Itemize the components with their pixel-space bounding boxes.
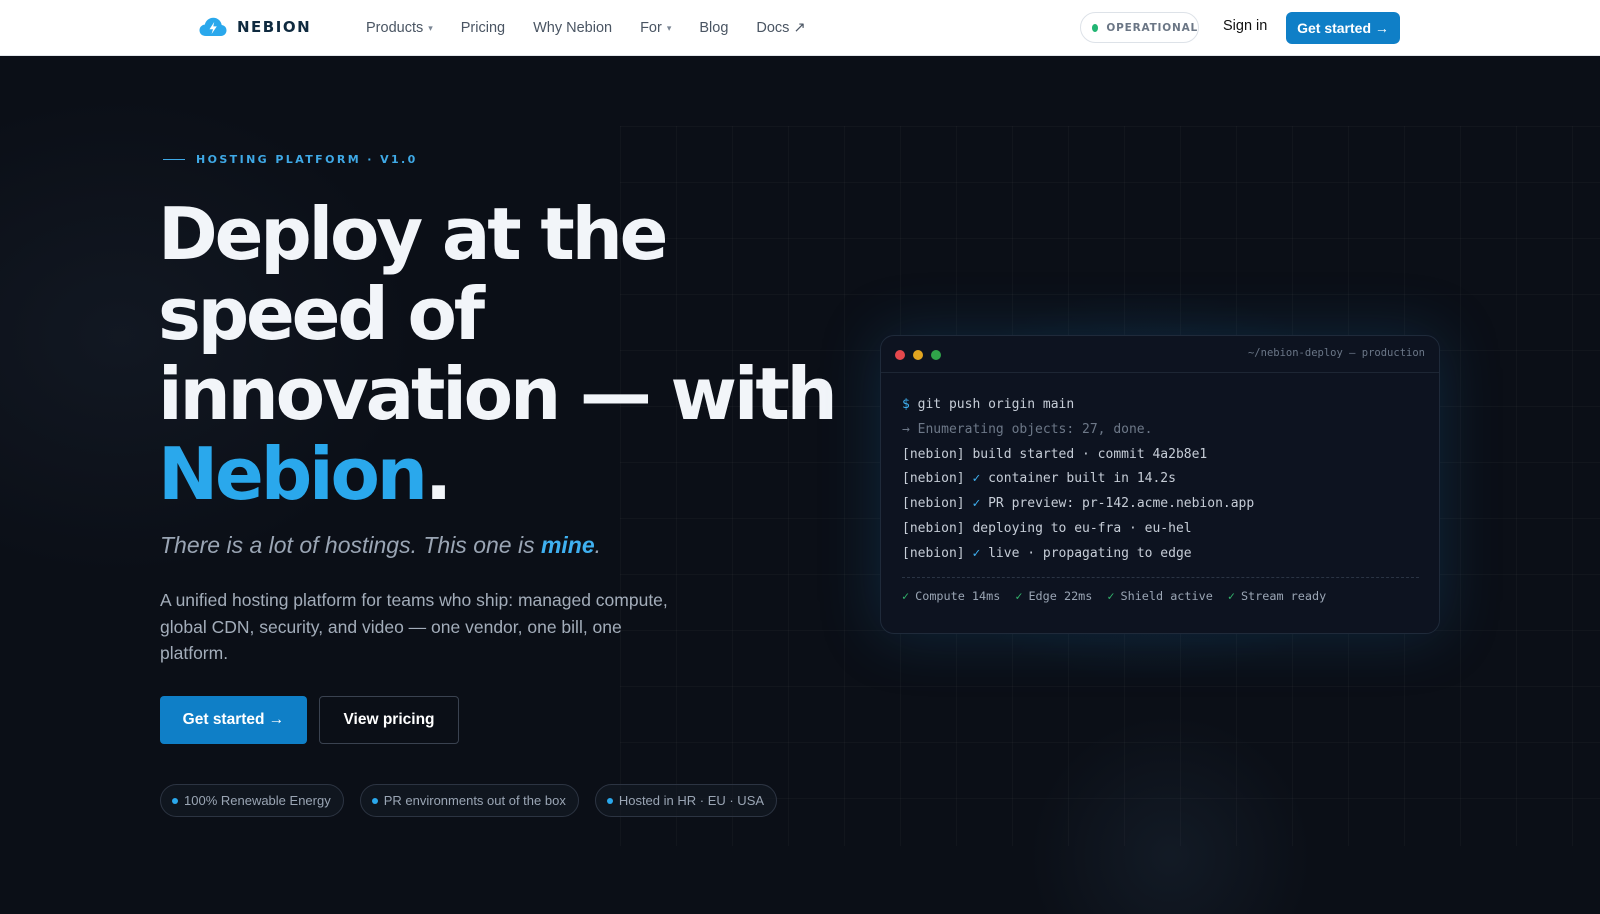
badge-dot-icon — [371, 797, 378, 804]
terminal-line: [nebion] build started · commit 4a2b8e1 — [902, 443, 1254, 468]
top-navbar: NEBION Products ▾ Pricing Why Nebion For ▾… — [0, 0, 1600, 56]
hero-eyebrow: HOSTING PLATFORM · V1.0 — [163, 153, 418, 166]
feature-badges: 100% Renewable Energy PR environments ou… — [160, 784, 778, 817]
stat-label: Edge 22ms — [1028, 589, 1093, 603]
tagline-prefix: There is a lot of hostings. This one is — [160, 532, 541, 558]
tagline-suffix: . — [594, 532, 602, 558]
line-text: build started · commit 4a2b8e1 — [972, 446, 1208, 462]
status-label: OPERATIONAL — [1106, 21, 1198, 34]
terminal-line: [nebion] deploying to eu-fra · eu-hel — [902, 517, 1254, 542]
hero-section: HOSTING PLATFORM · V1.0 Deploy at the sp… — [0, 56, 1600, 914]
line-prefix: [nebion] — [902, 471, 973, 487]
status-dot-icon — [1092, 23, 1099, 32]
terminal-title: ~/nebion-deploy — production — [1247, 347, 1425, 359]
line-prefix: [nebion] — [902, 496, 973, 512]
headline-line-1: Deploy at the — [158, 192, 668, 276]
line-prefix: [nebion] — [902, 446, 973, 462]
nav-for[interactable]: For ▾ — [640, 20, 671, 36]
nav-blog[interactable]: Blog — [699, 20, 728, 36]
maximize-dot-icon — [931, 350, 941, 360]
badge-renewable-energy: 100% Renewable Energy — [160, 784, 344, 817]
badge-dot-icon — [172, 797, 178, 804]
prompt-symbol: $ — [902, 397, 910, 412]
stat-label: Stream ready — [1240, 589, 1327, 603]
view-pricing-button[interactable]: View pricing — [319, 696, 459, 744]
check-icon: ✓ — [1227, 589, 1235, 603]
headline-period: . — [424, 432, 452, 516]
line-text: live · propagating to edge — [980, 545, 1192, 561]
line-prefix: [nebion] — [902, 520, 973, 536]
terminal-command: git push origin main — [909, 397, 1075, 412]
check-icon: ✓ — [1015, 589, 1023, 603]
cloud-bolt-icon — [199, 17, 227, 36]
chevron-down-icon: ▾ — [428, 23, 433, 33]
nav-why-nebion[interactable]: Why Nebion — [533, 20, 612, 36]
terminal-window: ~/nebion-deploy — production $ git push … — [880, 335, 1440, 634]
headline-accent: Nebion — [158, 432, 428, 516]
terminal-stats: ✓ Compute 14ms ✓ Edge 22ms ✓ Shield active … — [902, 589, 1326, 603]
terminal-line: [nebion] ✓ container built in 14.2s — [902, 467, 1254, 492]
stat-edge: ✓ Edge 22ms — [1015, 589, 1092, 603]
stat-shield: ✓ Shield active — [1107, 589, 1212, 603]
tagline-emphasis: mine — [540, 532, 595, 558]
headline-line-3: innovation — with — [158, 352, 838, 436]
check-icon: ✓ — [1107, 589, 1115, 603]
hero-headline: Deploy at the speed of innovation — with… — [158, 194, 858, 514]
terminal-output: $ git push origin main → Enumerating obje… — [902, 393, 1254, 567]
badge-label: PR environments out of the box — [383, 793, 566, 808]
nav-get-started-button[interactable]: Get started → — [1286, 12, 1400, 44]
terminal-titlebar: ~/nebion-deploy — production — [881, 336, 1439, 373]
status-badge[interactable]: OPERATIONAL — [1080, 12, 1199, 43]
terminal-line: → Enumerating objects: 27, done. — [902, 421, 1153, 437]
nav-pricing[interactable]: Pricing — [461, 20, 505, 36]
nav-for-label: For — [640, 20, 662, 36]
eyebrow-text: HOSTING PLATFORM · V1.0 — [196, 153, 418, 166]
brand-logo[interactable]: NEBION — [199, 17, 311, 37]
chevron-down-icon: ▾ — [666, 23, 672, 33]
eyebrow-line — [163, 159, 185, 160]
stat-stream: ✓ Stream ready — [1228, 589, 1326, 603]
terminal-line: [nebion] ✓ live · propagating to edge — [902, 542, 1254, 567]
badge-pr-environments: PR environments out of the box — [359, 784, 579, 817]
hero-tagline: There is a lot of hostings. This one is … — [160, 532, 601, 559]
minimize-dot-icon — [913, 350, 923, 360]
line-text: container built in 14.2s — [980, 471, 1176, 487]
line-text: deploying to eu-fra · eu-hel — [972, 520, 1192, 536]
badge-label: 100% Renewable Energy — [184, 793, 331, 808]
hero-description: A unified hosting platform for teams who… — [160, 590, 668, 663]
terminal-command-line: $ git push origin main — [902, 393, 1254, 418]
line-prefix: [nebion] — [902, 545, 973, 561]
stat-label: Shield active — [1120, 589, 1213, 603]
stat-label: Compute 14ms — [915, 589, 1001, 603]
nav-links: Products ▾ Pricing Why Nebion For ▾ Blog D… — [366, 0, 834, 56]
badge-label: Hosted in HR · EU · USA — [618, 793, 765, 808]
badge-hosted-regions: Hosted in HR · EU · USA — [594, 784, 778, 817]
close-dot-icon — [895, 350, 905, 360]
brand-name: NEBION — [237, 18, 312, 36]
nav-docs[interactable]: Docs ↗ — [756, 20, 805, 36]
badge-dot-icon — [606, 797, 613, 804]
nav-products-label: Products — [366, 20, 424, 36]
stat-compute: ✓ Compute 14ms — [902, 589, 1000, 603]
check-icon: ✓ — [902, 589, 910, 603]
sign-in-link[interactable]: Sign in — [1223, 18, 1267, 34]
terminal-divider — [902, 577, 1419, 578]
terminal-line: [nebion] ✓ PR preview: pr-142.acme.nebio… — [902, 492, 1254, 517]
nav-products[interactable]: Products ▾ — [366, 20, 433, 36]
get-started-button[interactable]: Get started → — [160, 696, 307, 744]
headline-line-2: speed of — [158, 272, 485, 356]
line-text: PR preview: pr-142.acme.nebion.app — [980, 496, 1255, 512]
